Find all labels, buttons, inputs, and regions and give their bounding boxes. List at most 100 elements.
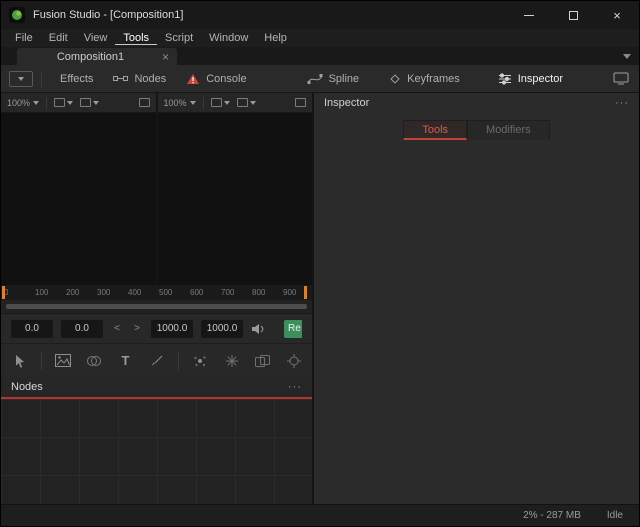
tab-composition1[interactable]: Composition1 × [17,48,177,65]
composition-tab-bar: Composition1 × [1,47,639,65]
tool-shelf-separator [41,351,42,370]
timeline-scrollbar[interactable] [1,300,312,313]
nodes-label: Nodes [134,72,167,85]
inspector-button[interactable]: Inspector [488,70,573,88]
next-keyframe-button[interactable]: > [131,323,143,334]
keyframes-label: Keyframes [407,72,460,85]
monitor-button[interactable] [613,72,629,85]
toolbar-toggle-button[interactable] [9,70,33,87]
tab-modifiers[interactable]: Modifiers [467,120,550,140]
ruler-tick: 0 [4,288,9,297]
viewer-right-zoom-dropdown[interactable]: 100% [164,98,196,108]
zoom-value: 100% [7,97,31,108]
nodes-panel-menu-icon[interactable]: ··· [288,381,302,393]
text-tool-icon: T [121,353,130,368]
menu-view[interactable]: View [76,31,116,45]
current-time-field[interactable]: 0.0 [11,319,53,338]
range-start-field[interactable]: 0.0 [61,319,103,338]
tool-shelf-separator [178,351,179,370]
select-arrow-tool-button[interactable] [10,351,29,371]
spline-icon [307,73,323,85]
menu-help[interactable]: Help [256,31,295,45]
global-end-field[interactable]: 1000.0 [201,319,243,338]
mask-tool-button[interactable] [253,351,272,371]
timeline-scrollbar-thumb[interactable] [6,304,307,309]
range-start-marker[interactable] [2,286,5,299]
content-area: 100% 100% 0 100 200 300 400 500 600 700 … [1,93,639,504]
ruler-tick: 600 [190,288,204,297]
nodes-button[interactable]: Nodes [103,70,176,88]
toolbar-separator [41,70,42,87]
viewer-toolbar-separator [46,96,48,109]
menu-window[interactable]: Window [201,31,256,45]
tab-close-icon[interactable]: × [162,50,169,64]
buffer-icon [210,98,222,107]
minimize-button[interactable] [507,1,551,29]
viewer-right-canvas[interactable] [157,113,312,284]
viewer-right-channel-dropdown[interactable] [236,98,256,107]
warning-icon [186,73,200,85]
maximize-button[interactable] [551,1,595,29]
spline-label: Spline [328,72,360,85]
menu-tools[interactable]: Tools [115,31,158,45]
caret-down-icon [67,100,74,105]
ruler-tick: 800 [252,288,266,297]
keyframes-button[interactable]: Keyframes [379,70,470,88]
viewer-left-toolbar: 100% [1,93,156,113]
console-button[interactable]: Console [176,70,256,88]
inspector-icon [498,72,512,85]
channel-icon [236,98,248,107]
keyframes-icon [389,73,401,85]
viewer-right-buffer-dropdown[interactable] [210,98,230,107]
speaker-icon[interactable] [251,323,266,335]
viewer-area: 100% 100% [1,93,312,284]
image-tool-button[interactable] [54,351,73,371]
viewer-left-buffer-dropdown[interactable] [54,98,74,107]
zoom-value: 100% [163,97,187,108]
tab-list-dropdown-icon[interactable] [623,54,631,59]
tab-label: Composition1 [56,50,125,63]
effects-button[interactable]: Effects [50,70,103,88]
viewer-left-channel-dropdown[interactable] [80,98,100,107]
menu-edit[interactable]: Edit [41,31,76,45]
channel-icon [80,98,92,107]
viewer-left-option-icon[interactable] [138,98,150,107]
nodes-panel-header: Nodes ··· [1,377,312,399]
close-button[interactable]: × [595,1,639,29]
menu-script[interactable]: Script [157,31,201,45]
ruler-tick: 700 [221,288,235,297]
nodes-icon [113,73,129,84]
menu-bar: File Edit View Tools Script Window Help [1,29,639,47]
fusion-logo-icon [9,7,25,23]
tracker-tool-button[interactable] [284,351,303,371]
effect-tool-button[interactable] [222,351,241,371]
ruler-tick: 200 [66,288,80,297]
text-tool-button[interactable]: T [116,351,135,371]
chevron-down-icon [18,76,24,81]
maximize-icon [568,10,578,20]
viewer-right-option-icon[interactable] [295,98,306,107]
spline-button[interactable]: Spline [297,70,370,88]
render-button[interactable]: Re [284,319,302,338]
console-label: Console [206,72,247,85]
window-controls: × [507,1,639,29]
range-end-field[interactable]: 1000.0 [151,319,193,338]
merge-tool-button[interactable] [85,351,104,371]
particles-tool-button[interactable] [191,351,210,371]
ruler-tick: 500 [159,288,173,297]
memory-usage: 2% - 287 MB [523,510,581,521]
buffer-icon [54,98,66,107]
viewer-left-zoom-dropdown[interactable]: 100% [7,97,40,108]
tab-tools[interactable]: Tools [403,120,468,140]
paint-tool-button[interactable] [147,351,166,371]
inspector-label: Inspector [517,72,563,85]
prev-keyframe-button[interactable]: < [111,323,123,334]
node-editor-canvas[interactable] [1,399,312,504]
viewer-left-canvas[interactable] [1,113,156,284]
viewer-toolbar-separator [202,96,204,109]
time-ruler[interactable]: 0 100 200 300 400 500 600 700 800 900 [1,284,312,300]
menu-file[interactable]: File [7,31,41,45]
range-end-marker[interactable] [304,286,307,299]
inspector-menu-icon[interactable]: ··· [615,97,629,109]
status-bar: 2% - 287 MB Idle [1,504,639,526]
